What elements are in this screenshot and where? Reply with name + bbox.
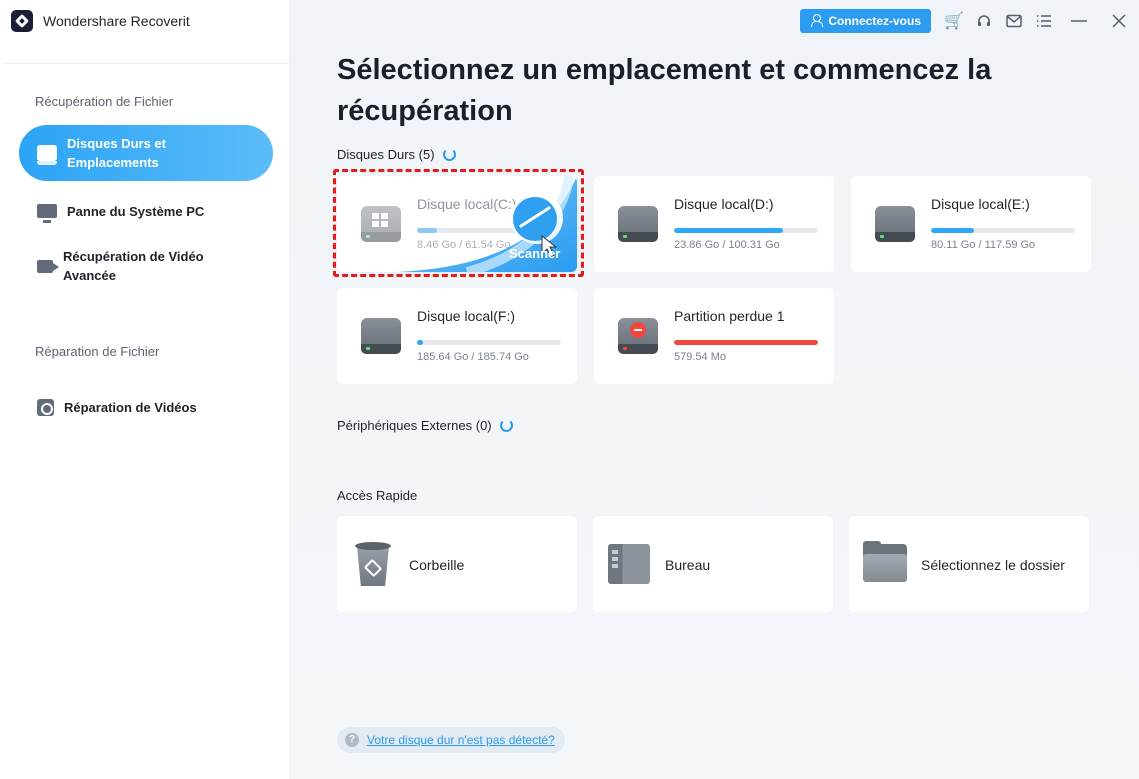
- drive-name: Disque local(F:): [417, 308, 516, 324]
- recoverit-logo-icon: [11, 10, 33, 32]
- hard-drive-icon: [875, 206, 915, 242]
- desktop-icon: [608, 544, 650, 584]
- sidebar-item-video-repair[interactable]: Réparation de Vidéos: [19, 397, 273, 417]
- app-window: Wondershare Recoverit Récupération de Fi…: [0, 0, 1139, 779]
- mail-icon[interactable]: [999, 8, 1029, 34]
- drive-usage-fill: [674, 228, 784, 233]
- user-icon: [811, 14, 824, 27]
- hard-drives-header: Disques Durs (5): [337, 147, 456, 162]
- recycle-bin-icon: [353, 542, 393, 586]
- sidebar-item-label: Panne du Système PC: [67, 203, 205, 219]
- drive-not-detected-link[interactable]: ? Votre disque dur n'est pas détecté?: [337, 727, 565, 753]
- sidebar-item-hard-drives[interactable]: Disques Durs et Emplacements: [19, 125, 273, 181]
- hard-drives-label: Disques Durs (5): [337, 147, 435, 162]
- drive-usage-bar: [674, 228, 818, 233]
- headset-icon[interactable]: [969, 8, 999, 34]
- quick-label: Corbeille: [409, 557, 465, 573]
- sidebar-item-label: Réparation de Vidéos: [64, 399, 197, 415]
- refresh-icon[interactable]: [499, 419, 513, 432]
- drive-name: Disque local(E:): [931, 196, 1030, 212]
- drive-usage-fill: [417, 340, 423, 345]
- highlight-box: [333, 169, 584, 277]
- sidebar-item-label: Disques Durs et Emplacements: [67, 136, 166, 170]
- drive-name: Disque local(D:): [674, 196, 774, 212]
- section-label-repair: Réparation de Fichier: [35, 344, 160, 359]
- help-link-label: Votre disque dur n'est pas détecté?: [367, 733, 555, 747]
- main-panel: Connectez-vous 🛒 Sélectionnez un emplace…: [289, 0, 1139, 779]
- quick-select-folder[interactable]: Sélectionnez le dossier: [849, 516, 1089, 612]
- drive-usage-bar: [931, 228, 1075, 233]
- video-icon: [37, 259, 59, 273]
- quick-desktop[interactable]: Bureau: [593, 516, 833, 612]
- drive-name: Partition perdue 1: [674, 308, 785, 324]
- title-toolbar: Connectez-vous 🛒: [800, 8, 1139, 34]
- section-label-recovery: Récupération de Fichier: [35, 94, 174, 109]
- login-button[interactable]: Connectez-vous: [800, 9, 931, 33]
- drive-size: 23.86 Go / 100.31 Go: [674, 239, 780, 251]
- minimize-icon[interactable]: [1059, 8, 1099, 34]
- drive-size: 80.11 Go / 117.59 Go: [931, 239, 1036, 251]
- app-title: Wondershare Recoverit: [43, 13, 190, 29]
- cart-icon[interactable]: 🛒: [939, 8, 969, 34]
- hard-drive-icon: [618, 206, 658, 242]
- drive-card-f[interactable]: Disque local(F:) 185.64 Go / 185.74 Go: [337, 288, 577, 384]
- quick-recycle-bin[interactable]: Corbeille: [337, 516, 577, 612]
- external-devices-label: Périphériques Externes (0): [337, 418, 492, 433]
- drive-card-d[interactable]: Disque local(D:) 23.86 Go / 100.31 Go: [594, 176, 834, 272]
- refresh-icon[interactable]: [442, 148, 456, 161]
- menu-icon[interactable]: [1029, 8, 1059, 34]
- disk-icon: [37, 145, 57, 165]
- drive-usage-fill: [674, 340, 818, 345]
- pc-icon: [37, 204, 57, 223]
- sidebar-divider: [3, 63, 289, 64]
- sidebar-item-advanced-video[interactable]: Récupération de Vidéo Avancée: [19, 247, 273, 285]
- external-devices-header: Périphériques Externes (0): [337, 418, 513, 433]
- warning-badge-icon: [630, 322, 646, 338]
- drive-size: 185.64 Go / 185.74 Go: [417, 351, 529, 363]
- quick-label: Bureau: [665, 557, 711, 573]
- app-title-bar: Wondershare Recoverit: [11, 10, 190, 32]
- close-icon[interactable]: [1099, 8, 1139, 34]
- quick-access-label: Accès Rapide: [337, 488, 418, 503]
- sidebar: Wondershare Recoverit Récupération de Fi…: [3, 0, 289, 779]
- quick-access-header: Accès Rapide: [337, 488, 417, 503]
- drive-card-lost-partition[interactable]: Partition perdue 1 579.54 Mo: [594, 288, 834, 384]
- drive-usage-bar: [417, 340, 561, 345]
- folder-icon: [863, 541, 907, 582]
- sidebar-item-pc-crash[interactable]: Panne du Système PC: [19, 201, 273, 223]
- drive-card-e[interactable]: Disque local(E:) 80.11 Go / 117.59 Go: [851, 176, 1091, 272]
- sidebar-item-label: Récupération de Vidéo Avancée: [63, 249, 204, 283]
- lost-partition-icon: [618, 318, 658, 354]
- drive-usage-bar: [674, 340, 818, 345]
- help-icon: ?: [345, 733, 359, 747]
- video-repair-icon: [37, 398, 54, 416]
- login-label: Connectez-vous: [828, 14, 921, 28]
- drive-usage-fill: [931, 228, 975, 233]
- quick-label: Sélectionnez le dossier: [921, 557, 1065, 573]
- hard-drive-icon: [361, 318, 401, 354]
- drive-size: 579.54 Mo: [674, 351, 726, 363]
- page-title: Sélectionnez un emplacement et commencez…: [337, 54, 992, 127]
